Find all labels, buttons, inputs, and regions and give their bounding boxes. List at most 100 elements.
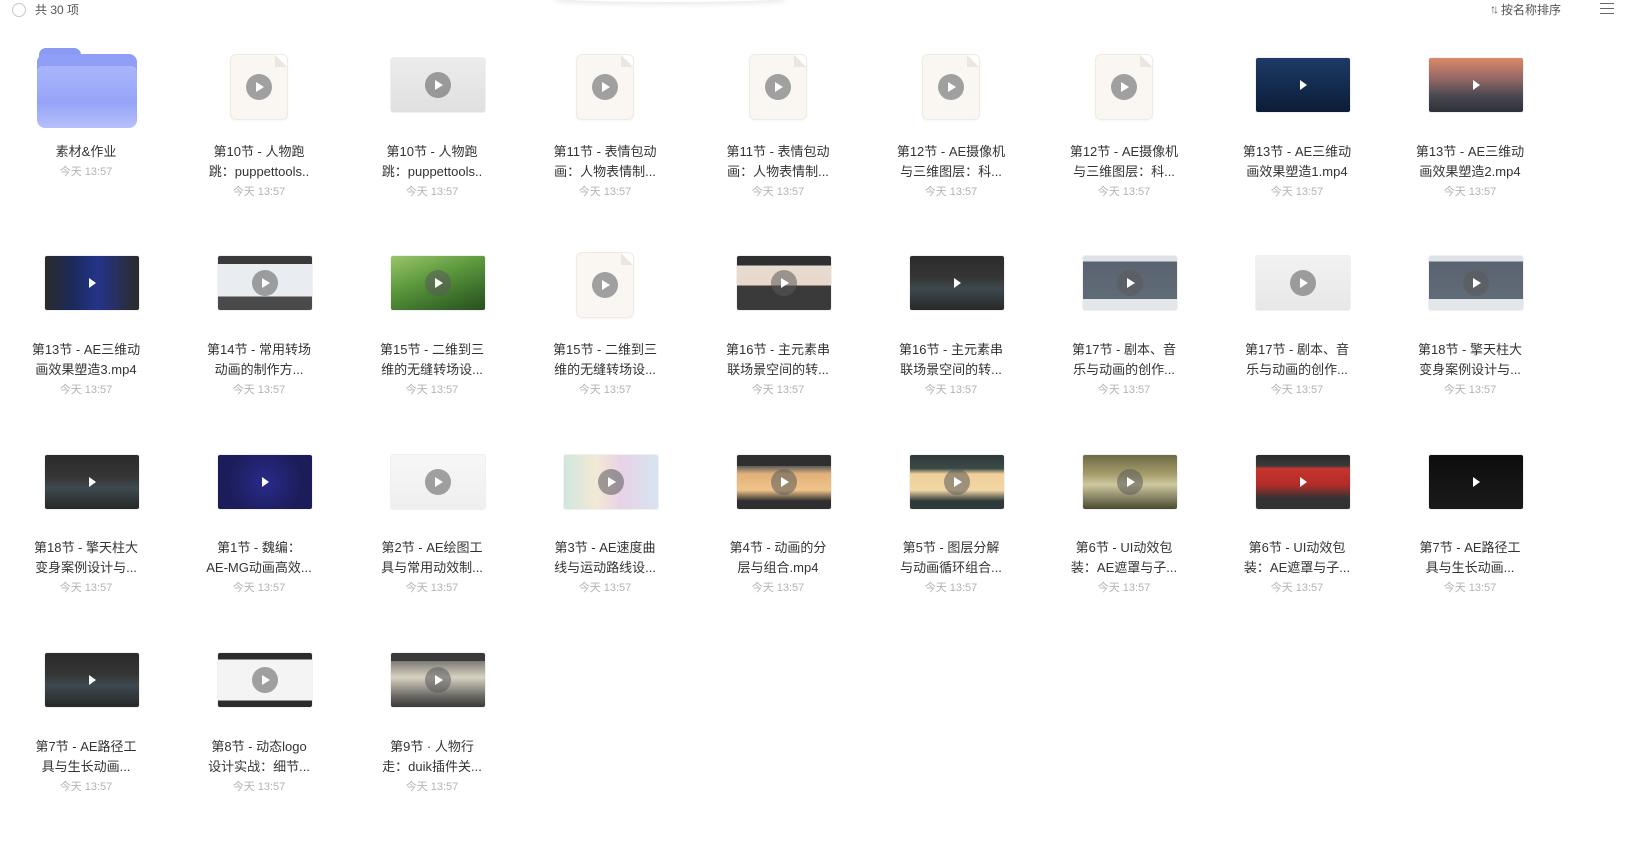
video-file-item[interactable]: 第3节 - AE速度曲 线与运动路线设... 今天 13:57 [520,455,690,647]
file-name-line-1: 第10节 - 人物跑 [213,144,305,159]
video-thumbnail [910,256,1004,310]
modified-time: 今天 13:57 [405,384,459,396]
file-name-line-2: 装：AE遮罩与子... [1070,560,1178,575]
video-thumbnail [1083,455,1177,509]
select-all-checkbox[interactable] [12,3,26,17]
video-file-item[interactable]: 第10节 - 人物跑 跳：puppettools.. 今天 13:57 [347,58,517,250]
video-file-item[interactable]: 第12节 - AE摄像机 与三维图层：科... 今天 13:57 [1039,54,1209,250]
video-placeholder-icon [576,54,634,120]
modified-time: 今天 13:57 [578,384,632,396]
file-name: 第13节 - AE三维动 画效果塑造1.mp4 [1212,142,1382,182]
video-file-item[interactable]: 第2节 - AE绘图工 具与常用动效制... 今天 13:57 [347,455,517,647]
play-icon [1463,270,1489,296]
toolbar: 共 30 项 ↑↓ 按名称排序 [0,0,1635,20]
video-file-item[interactable]: 第11节 - 表情包动 画：人物表情制... 今天 13:57 [693,54,863,250]
video-file-item[interactable]: 第13节 - AE三维动 画效果塑造2.mp4 今天 13:57 [1385,58,1555,250]
file-name: 第7节 - AE路径工 具与生长动画... [1,737,171,777]
modified-time: 今天 13:57 [59,384,113,396]
play-icon [425,667,451,693]
file-name-line-2: 跳：puppettools.. [381,164,483,179]
play-icon [765,74,791,100]
video-file-item[interactable]: 第16节 - 主元素串 联场景空间的转... 今天 13:57 [866,256,1036,448]
modified-time: 今天 13:57 [1097,384,1151,396]
video-file-item[interactable]: 第13节 - AE三维动 画效果塑造3.mp4 今天 13:57 [1,256,171,448]
play-icon [1467,473,1485,491]
modified-time: 今天 13:57 [751,582,805,594]
modified-time: 今天 13:57 [1443,186,1497,198]
file-name-line-1: 第6节 - UI动效包 [1248,540,1346,555]
modified-time: 今天 13:57 [1270,384,1324,396]
file-name: 第2节 - AE绘图工 具与常用动效制... [347,538,517,578]
play-icon [425,72,451,98]
video-thumbnail [1256,455,1350,509]
file-name-line-2: 层与组合.mp4 [737,560,819,575]
file-name-line-2: 维的无缝转场设... [554,362,656,377]
modified-time: 今天 13:57 [232,186,286,198]
video-file-item[interactable]: 第7节 - AE路径工 具与生长动画... 今天 13:57 [1385,455,1555,647]
file-name-line-2: 与动画循环组合... [900,560,1002,575]
video-thumbnail [564,455,658,509]
video-file-item[interactable]: 第11节 - 表情包动 画：人物表情制... 今天 13:57 [520,54,690,250]
play-icon [256,473,274,491]
list-view-menu-icon[interactable] [1600,3,1614,15]
video-file-item[interactable]: 第14节 - 常用转场 动画的制作方... 今天 13:57 [174,256,344,448]
play-icon [83,671,101,689]
video-file-item[interactable]: 第18节 - 擎天柱大 变身案例设计与... 今天 13:57 [1385,256,1555,448]
file-name: 第5节 - 图层分解 与动画循环组合... [866,538,1036,578]
video-file-item[interactable]: 第10节 - 人物跑 跳：puppettools.. 今天 13:57 [174,54,344,250]
video-file-item[interactable]: 第15节 - 二维到三 维的无缝转场设... 今天 13:57 [520,252,690,448]
folder-item[interactable]: 素材&作业 今天 13:57 [1,48,171,250]
video-file-item[interactable]: 第7节 - AE路径工 具与生长动画... 今天 13:57 [1,653,171,845]
file-name: 第11节 - 表情包动 画：人物表情制... [693,142,863,182]
video-placeholder-icon [230,54,288,120]
folder-icon [37,48,137,128]
video-file-item[interactable]: 第12节 - AE摄像机 与三维图层：科... 今天 13:57 [866,54,1036,250]
file-name-line-2: 画效果塑造2.mp4 [1419,164,1521,179]
file-name-line-1: 素材&作业 [55,144,117,159]
video-file-item[interactable]: 第17节 - 剧本、音 乐与动画的创作... 今天 13:57 [1039,256,1209,448]
video-file-item[interactable]: 第17节 - 剧本、音 乐与动画的创作... 今天 13:57 [1212,256,1382,448]
modified-time: 今天 13:57 [405,582,459,594]
file-name-line-1: 第4节 - 动画的分 [729,540,827,555]
video-file-item[interactable]: 第15节 - 二维到三 维的无缝转场设... 今天 13:57 [347,256,517,448]
play-icon [83,274,101,292]
video-file-item[interactable]: 第13节 - AE三维动 画效果塑造1.mp4 今天 13:57 [1212,58,1382,250]
video-thumbnail [910,455,1004,509]
play-icon [592,74,618,100]
modified-time: 今天 13:57 [1443,384,1497,396]
file-name-line-1: 第17节 - 剧本、音 [1071,342,1176,357]
file-name-line-1: 第13节 - AE三维动 [1242,144,1352,159]
file-name-line-2: 联场景空间的转... [727,362,829,377]
item-count: 共 30 项 [35,3,80,17]
modified-time: 今天 13:57 [1097,582,1151,594]
video-file-item[interactable]: 第8节 - 动态logo 设计实战：细节... 今天 13:57 [174,653,344,845]
file-name-line-2: 变身案例设计与... [35,560,137,575]
file-name-line-1: 第10节 - 人物跑 [386,144,478,159]
video-file-item[interactable]: 第9节 · 人物行 走：duik插件关... 今天 13:57 [347,653,517,845]
video-file-item[interactable]: 第6节 - UI动效包 装：AE遮罩与子... 今天 13:57 [1212,455,1382,647]
video-thumbnail [1429,256,1523,310]
file-name: 第4节 - 动画的分 层与组合.mp4 [693,538,863,578]
file-name-line-1: 第11节 - 表情包动 [553,144,657,159]
file-name: 第13节 - AE三维动 画效果塑造2.mp4 [1385,142,1555,182]
video-file-item[interactable]: 第6节 - UI动效包 装：AE遮罩与子... 今天 13:57 [1039,455,1209,647]
modified-time: 今天 13:57 [1270,186,1324,198]
video-file-item[interactable]: 第1节 - 魏编： AE-MG动画高效... 今天 13:57 [174,455,344,647]
modified-time: 今天 13:57 [578,582,632,594]
file-name-line-2: 乐与动画的创作... [1246,362,1348,377]
video-file-item[interactable]: 第18节 - 擎天柱大 变身案例设计与... 今天 13:57 [1,455,171,647]
video-file-item[interactable]: 第4节 - 动画的分 层与组合.mp4 今天 13:57 [693,455,863,647]
file-name-line-2: 联场景空间的转... [900,362,1002,377]
play-icon [771,469,797,495]
modified-time: 今天 13:57 [924,384,978,396]
modified-time: 今天 13:57 [232,781,286,793]
video-file-item[interactable]: 第5节 - 图层分解 与动画循环组合... 今天 13:57 [866,455,1036,647]
video-placeholder-icon [576,252,634,318]
file-name-line-1: 第18节 - 擎天柱大 [33,540,138,555]
sort-by-name-button[interactable]: ↑↓ 按名称排序 [1490,1,1561,17]
file-name: 第15节 - 二维到三 维的无缝转场设... [520,340,690,380]
video-file-item[interactable]: 第16节 - 主元素串 联场景空间的转... 今天 13:57 [693,256,863,448]
file-name: 第13节 - AE三维动 画效果塑造3.mp4 [1,340,171,380]
file-name-line-1: 第3节 - AE速度曲 [554,540,656,555]
play-icon [1111,74,1137,100]
